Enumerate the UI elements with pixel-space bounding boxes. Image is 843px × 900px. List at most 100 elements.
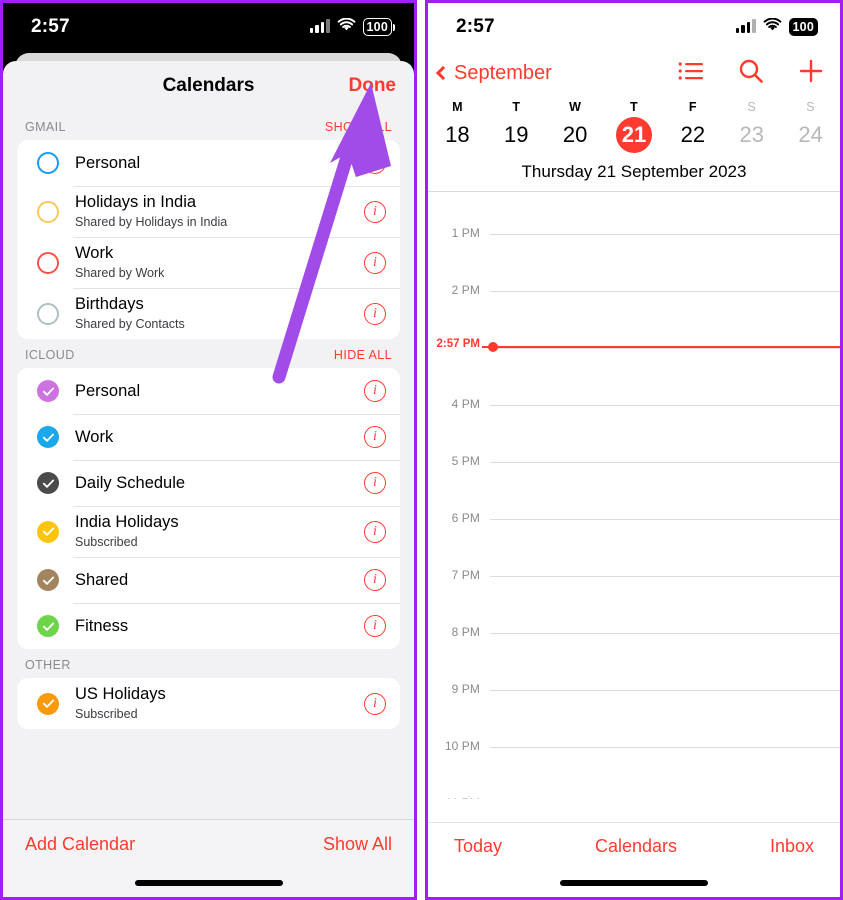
calendar-name: India Holidays xyxy=(75,513,179,532)
list-item[interactable]: Holidays in India Shared by Holidays in … xyxy=(17,186,400,237)
checkbox-unchecked-icon[interactable] xyxy=(37,152,59,174)
day-number: 24 xyxy=(798,122,823,147)
weekday-header-row: M T W T F S S xyxy=(428,98,840,116)
hour-label: 2 PM xyxy=(451,283,480,297)
back-to-month-button[interactable]: September xyxy=(435,61,552,85)
checkbox-checked-icon[interactable] xyxy=(37,692,59,715)
info-icon[interactable]: i xyxy=(364,200,386,223)
info-icon[interactable]: i xyxy=(364,472,386,494)
list-item[interactable]: Work Shared by Work i xyxy=(17,237,400,288)
right-phone-screen: 2:57 100 September M T W T F S S 18 19 2… xyxy=(425,0,843,900)
section-title: OTHER xyxy=(25,658,71,672)
hour-row: 6 PM xyxy=(428,511,840,525)
hour-gridline xyxy=(490,690,840,691)
checkbox-checked-icon[interactable] xyxy=(37,426,59,448)
section-title: GMAIL xyxy=(25,120,66,134)
hour-gridline xyxy=(490,747,840,748)
info-icon[interactable]: i xyxy=(364,692,386,715)
day-cell[interactable]: 23 xyxy=(722,116,781,154)
tab-calendars[interactable]: Calendars xyxy=(595,836,677,857)
hour-gridline xyxy=(490,291,840,292)
cellular-bars-icon xyxy=(309,19,330,33)
list-item[interactable]: Daily Schedule i xyxy=(17,460,400,506)
list-item[interactable]: Birthdays Shared by Contacts i xyxy=(17,288,400,339)
hour-label: 1 PM xyxy=(451,226,480,240)
checkbox-unchecked-icon[interactable] xyxy=(37,251,59,274)
show-all-button[interactable]: Show All xyxy=(323,834,392,855)
list-item[interactable]: India Holidays Subscribed i xyxy=(17,506,400,557)
day-timeline[interactable]: 1 PM 2 PM 3 PM 4 PM 5 PM 6 PM 7 PM 8 PM … xyxy=(428,191,840,799)
list-view-icon[interactable] xyxy=(678,61,704,86)
section-header-gmail: GMAIL SHOW ALL xyxy=(17,111,400,140)
checkbox-unchecked-icon[interactable] xyxy=(37,302,59,325)
list-item-text: Fitness xyxy=(75,616,364,637)
calendar-group-other: US Holidays Subscribed i xyxy=(17,678,400,729)
calendar-name: Birthdays xyxy=(75,295,144,314)
day-cell[interactable]: 19 xyxy=(487,116,546,154)
section-action-show-all[interactable]: SHOW ALL xyxy=(325,120,392,134)
list-item[interactable]: Personal i xyxy=(17,140,400,186)
wifi-icon xyxy=(763,16,782,38)
checkbox-checked-icon[interactable] xyxy=(37,472,59,494)
battery-icon: 100 xyxy=(788,17,822,36)
day-cell[interactable]: 22 xyxy=(663,116,722,154)
info-icon[interactable]: i xyxy=(364,569,386,591)
list-item-text: Holidays in India Shared by Holidays in … xyxy=(75,192,364,231)
hour-label: 4 PM xyxy=(451,397,480,411)
calendar-name: Holidays in India xyxy=(75,193,197,212)
checkbox-checked-icon[interactable] xyxy=(37,615,59,637)
current-time-label: 2:57 PM xyxy=(436,338,480,350)
list-item-text: Personal xyxy=(75,381,364,402)
list-item[interactable]: US Holidays Subscribed i xyxy=(17,678,400,729)
hour-gridline xyxy=(490,519,840,520)
calendar-name: US Holidays xyxy=(75,685,166,704)
list-item[interactable]: Personal i xyxy=(17,368,400,414)
plus-icon[interactable] xyxy=(798,58,824,89)
day-cell[interactable]: 24 xyxy=(781,116,840,154)
checkbox-unchecked-icon[interactable] xyxy=(37,200,59,223)
section-header-other: OTHER xyxy=(17,649,400,678)
info-icon[interactable]: i xyxy=(364,380,386,402)
hour-row: 10 PM xyxy=(428,739,840,753)
right-status-bar: 2:57 100 xyxy=(428,3,840,50)
list-item-text: Birthdays Shared by Contacts xyxy=(75,294,364,333)
day-number: 22 xyxy=(680,122,706,147)
day-cell-selected[interactable]: 21 xyxy=(605,116,664,154)
section-action-hide-all[interactable]: HIDE ALL xyxy=(334,348,392,362)
current-time-indicator: 2:57 PM xyxy=(428,338,840,352)
day-cell[interactable]: 20 xyxy=(546,116,605,154)
day-number: 23 xyxy=(739,122,764,147)
calendar-name: Daily Schedule xyxy=(75,473,186,492)
selected-date-label: Thursday 21 September 2023 xyxy=(521,162,747,181)
checkbox-checked-icon[interactable] xyxy=(37,569,59,591)
search-icon[interactable] xyxy=(738,58,764,89)
info-icon[interactable]: i xyxy=(364,520,386,543)
wifi-icon xyxy=(337,16,356,38)
hour-row: 9 PM xyxy=(428,682,840,696)
day-cell[interactable]: 18 xyxy=(428,116,487,154)
nav-month-label: September xyxy=(454,61,552,84)
tab-inbox[interactable]: Inbox xyxy=(770,836,814,857)
hour-gridline xyxy=(490,462,840,463)
info-icon[interactable]: i xyxy=(364,152,386,174)
add-calendar-button[interactable]: Add Calendar xyxy=(25,834,135,855)
calendar-name: Shared xyxy=(75,570,129,589)
calendar-name: Personal xyxy=(75,381,141,400)
list-item[interactable]: Shared i xyxy=(17,557,400,603)
hour-gridline xyxy=(490,348,840,349)
info-icon[interactable]: i xyxy=(364,251,386,274)
info-icon[interactable]: i xyxy=(364,302,386,325)
day-number: 19 xyxy=(504,122,529,147)
list-item-text: Shared xyxy=(75,570,364,591)
checkbox-checked-icon[interactable] xyxy=(37,520,59,543)
tab-today[interactable]: Today xyxy=(454,836,502,857)
calendar-subtitle: Shared by Contacts xyxy=(75,316,185,331)
info-icon[interactable]: i xyxy=(364,615,386,637)
info-icon[interactable]: i xyxy=(364,426,386,448)
list-item[interactable]: Fitness i xyxy=(17,603,400,649)
hour-row: 4 PM xyxy=(428,397,840,411)
checkbox-checked-icon[interactable] xyxy=(37,380,59,402)
list-item[interactable]: Work i xyxy=(17,414,400,460)
done-button[interactable]: Done xyxy=(349,75,397,97)
nav-actions xyxy=(678,58,824,89)
